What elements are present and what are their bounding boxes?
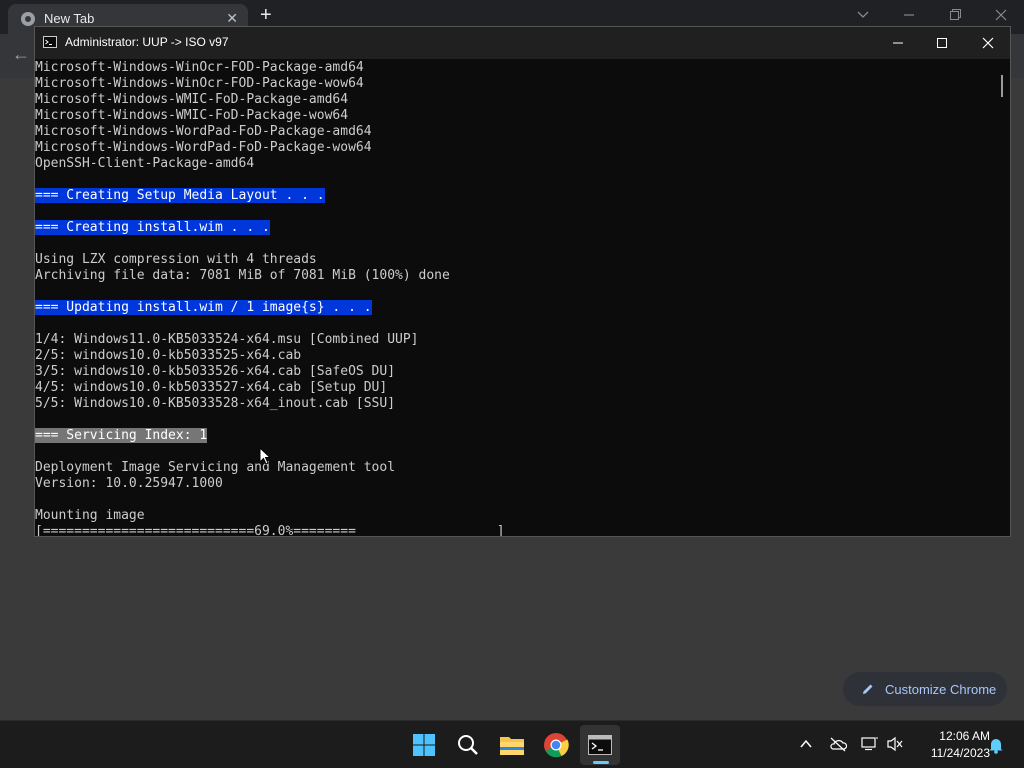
console-line: OpenSSH-Client-Package-amd64 — [35, 156, 505, 172]
console-line: === Servicing Index: 1 — [35, 428, 505, 444]
console-line-text: === Creating install.wim . . . — [35, 220, 270, 235]
close-icon — [982, 37, 994, 49]
console-line: === Creating Setup Media Layout . . . — [35, 188, 505, 204]
console-scrollbar[interactable] — [994, 59, 1010, 536]
console-line: Using LZX compression with 4 threads — [35, 252, 505, 268]
maximize-icon — [937, 38, 947, 48]
customize-chrome-label: Customize Chrome — [885, 681, 997, 697]
console-output[interactable]: Microsoft-Windows-WinOcr-FOD-Package-amd… — [35, 59, 995, 536]
new-tab-button[interactable]: + — [260, 4, 272, 27]
chrome-restore-icon[interactable] — [948, 8, 962, 22]
console-line-text: === Servicing Index: 1 — [35, 428, 208, 443]
tab-search-icon[interactable] — [856, 8, 870, 22]
minimize-button[interactable] — [875, 27, 921, 59]
console-line-text: [===========================69.0%=======… — [35, 524, 505, 536]
console-line: === Creating install.wim . . . — [35, 220, 505, 236]
volume-muted-icon[interactable] — [886, 736, 904, 752]
chrome-icon — [544, 733, 569, 758]
search-icon — [458, 735, 478, 755]
maximize-button[interactable] — [919, 27, 965, 59]
chrome-tab-title: New Tab — [44, 11, 95, 26]
console-line-text: Microsoft-Windows-WordPad-FoD-Package-wo… — [35, 140, 372, 155]
console-line-text: Deployment Image Servicing and Managemen… — [35, 460, 396, 475]
console-line: Microsoft-Windows-WMIC-FoD-Package-wow64 — [35, 108, 505, 124]
terminal-icon — [588, 735, 612, 755]
console-line-text: Archiving file data: 7081 MiB of 7081 Mi… — [35, 268, 450, 283]
console-titlebar[interactable]: Administrator: UUP -> ISO v97 — [35, 27, 1010, 59]
scrollbar-thumb[interactable] — [1001, 75, 1003, 97]
console-line-text: === Updating install.wim / 1 image{s} . … — [35, 300, 372, 315]
console-line-text: OpenSSH-Client-Package-amd64 — [35, 156, 255, 171]
close-tab-icon[interactable]: ✕ — [226, 10, 238, 27]
active-app-indicator — [593, 761, 609, 764]
console-line-text: Version: 10.0.25947.1000 — [35, 476, 223, 491]
console-line-text: Using LZX compression with 4 threads — [35, 252, 317, 267]
file-explorer-button[interactable] — [492, 725, 532, 765]
notification-bell-icon[interactable] — [988, 736, 1004, 754]
console-line: Version: 10.0.25947.1000 — [35, 476, 505, 492]
search-button[interactable] — [448, 725, 488, 765]
console-line: Microsoft-Windows-WordPad-FoD-Package-am… — [35, 124, 505, 140]
console-line: Microsoft-Windows-WinOcr-FOD-Package-amd… — [35, 60, 505, 76]
console-line-text: Microsoft-Windows-WordPad-FoD-Package-am… — [35, 124, 372, 139]
console-line-text: Microsoft-Windows-WMIC-FoD-Package-amd64 — [35, 92, 349, 107]
tray-time[interactable]: 12:06 AM — [918, 729, 990, 743]
console-line: 3/5: windows10.0-kb5033526-x64.cab [Safe… — [35, 364, 505, 380]
console-line-text: 3/5: windows10.0-kb5033526-x64.cab [Safe… — [35, 364, 396, 379]
console-line: Microsoft-Windows-WinOcr-FOD-Package-wow… — [35, 76, 505, 92]
start-button[interactable] — [404, 725, 444, 765]
console-line-text: Mounting image — [35, 508, 145, 523]
onedrive-icon[interactable] — [829, 736, 847, 752]
console-line: 1/4: Windows11.0-KB5033524-x64.msu [Comb… — [35, 332, 505, 348]
close-button[interactable] — [965, 27, 1011, 59]
customize-chrome-button[interactable]: Customize Chrome — [843, 672, 1007, 706]
taskbar: 12:06 AM 11/24/2023 — [0, 720, 1024, 768]
terminal-taskbar-button[interactable] — [580, 725, 620, 765]
console-line-text: Microsoft-Windows-WMIC-FoD-Package-wow64 — [35, 108, 349, 123]
minimize-icon — [893, 42, 903, 44]
console-line: [===========================69.0%=======… — [35, 524, 505, 536]
console-line: 4/5: windows10.0-kb5033527-x64.cab [Setu… — [35, 380, 505, 396]
console-line-text: === Creating Setup Media Layout . . . — [35, 188, 325, 203]
network-icon[interactable] — [861, 736, 879, 752]
chrome-taskbar-button[interactable] — [536, 725, 576, 765]
mouse-cursor-icon — [259, 447, 271, 465]
console-line: Microsoft-Windows-WordPad-FoD-Package-wo… — [35, 140, 505, 156]
console-line-text: Microsoft-Windows-WinOcr-FOD-Package-amd… — [35, 60, 364, 75]
console-line: Microsoft-Windows-WMIC-FoD-Package-amd64 — [35, 92, 505, 108]
console-window[interactable]: Administrator: UUP -> ISO v97 Microsoft-… — [34, 26, 1011, 537]
chrome-favicon-icon — [21, 12, 35, 26]
console-line: === Updating install.wim / 1 image{s} . … — [35, 300, 505, 316]
back-arrow-icon[interactable]: ← — [12, 44, 30, 65]
file-explorer-icon — [500, 737, 524, 755]
tray-date[interactable]: 11/24/2023 — [908, 746, 990, 760]
chevron-up-icon[interactable] — [799, 737, 813, 751]
console-line-text: Microsoft-Windows-WinOcr-FOD-Package-wow… — [35, 76, 364, 91]
console-title: Administrator: UUP -> ISO v97 — [65, 35, 229, 49]
console-line-text: 5/5: Windows10.0-KB5033528-x64_inout.cab… — [35, 396, 396, 411]
console-line: Mounting image — [35, 508, 505, 524]
console-line-text: 4/5: windows10.0-kb5033527-x64.cab [Setu… — [35, 380, 388, 395]
start-icon — [413, 734, 435, 756]
console-line-text: 2/5: windows10.0-kb5033525-x64.cab — [35, 348, 302, 363]
console-app-icon — [43, 36, 57, 48]
console-line: Archiving file data: 7081 MiB of 7081 Mi… — [35, 268, 505, 284]
console-line: 2/5: windows10.0-kb5033525-x64.cab — [35, 348, 505, 364]
chrome-close-icon[interactable] — [994, 8, 1008, 22]
console-line-text: 1/4: Windows11.0-KB5033524-x64.msu [Comb… — [35, 332, 419, 347]
console-line: 5/5: Windows10.0-KB5033528-x64_inout.cab… — [35, 396, 505, 412]
chrome-minimize-icon[interactable] — [902, 8, 916, 22]
pencil-icon — [863, 684, 873, 694]
